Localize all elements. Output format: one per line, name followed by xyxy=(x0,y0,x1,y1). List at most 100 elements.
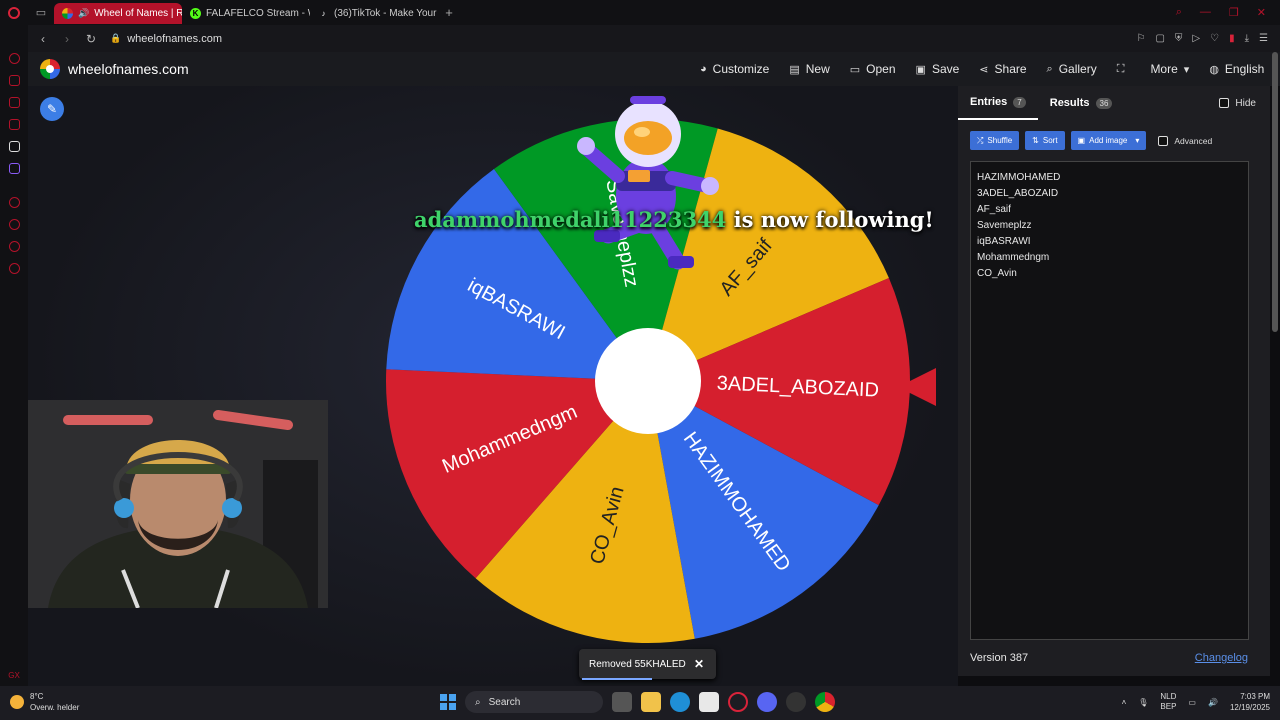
ai-icon[interactable] xyxy=(8,53,20,64)
address-bar: ‹ › ↻ 🔒 wheelofnames.com ⚐ ▢ ⛨ ▷ ♡ ▮ ⤓ ☰ xyxy=(28,25,1280,52)
clock[interactable]: 7:03 PM 12/19/2025 xyxy=(1230,691,1270,713)
share-icon: ⋖ xyxy=(979,63,989,76)
url-field[interactable]: 🔒 wheelofnames.com xyxy=(110,33,222,45)
tab-tiktok[interactable]: ♪ (36)TikTok - Make Your D xyxy=(310,3,439,24)
tab-menu-icon[interactable]: ▭ xyxy=(28,0,54,25)
play-icon[interactable]: ▷ xyxy=(1192,33,1200,44)
follow-alert: adammohmedali11223344 is now following! xyxy=(414,207,934,232)
minimize-icon[interactable]: — xyxy=(1200,6,1211,19)
heart-icon[interactable]: ♡ xyxy=(1210,33,1219,44)
opera-logo-icon[interactable] xyxy=(0,0,28,25)
forward-icon[interactable]: › xyxy=(58,32,76,46)
lang-bottom: BEP xyxy=(1160,702,1177,711)
gx-icon[interactable]: GX xyxy=(8,671,20,680)
close-icon[interactable]: ✕ xyxy=(1257,6,1266,19)
language-indicator[interactable]: NLD BEP xyxy=(1160,692,1176,712)
arrow-up-icon[interactable] xyxy=(8,141,20,152)
changelog-link[interactable]: Changelog xyxy=(1195,652,1248,664)
browser-tab-bar: ▭ 🔊 Wheel of Names | Ra K FALAFELCO Stre… xyxy=(0,0,1280,25)
adblock-icon[interactable]: ⛨ xyxy=(1175,33,1183,44)
menu-item-fullscreen[interactable]: ⛶ xyxy=(1107,52,1141,86)
player-icon[interactable] xyxy=(8,197,20,208)
entry-line: HAZIMMOHAMED xyxy=(977,172,1061,183)
discord-icon[interactable] xyxy=(757,692,777,712)
volume-icon[interactable]: 🔊 xyxy=(1208,698,1218,707)
save-icon: ▣ xyxy=(915,63,926,76)
twitch-icon[interactable] xyxy=(8,163,20,174)
network-icon[interactable]: ▭ xyxy=(1188,698,1196,707)
tab-falafelco-stream[interactable]: K FALAFELCO Stream - Wa xyxy=(182,3,310,24)
menu-item-new[interactable]: ▤ New xyxy=(779,52,839,86)
obs-icon[interactable] xyxy=(786,692,806,712)
chevron-down-icon: ▾ xyxy=(1135,136,1140,145)
sort-button[interactable]: ⇅ Sort xyxy=(1025,131,1065,150)
entry-line: iqBASRAWI xyxy=(977,236,1031,247)
lang-top: NLD xyxy=(1160,692,1177,701)
menu-item-open[interactable]: ▭ Open xyxy=(840,52,906,86)
page-scrollbar[interactable] xyxy=(1272,52,1278,332)
clock-date: 12/19/2025 xyxy=(1229,703,1270,712)
back-icon[interactable]: ‹ xyxy=(34,32,52,46)
shuffle-button[interactable]: ⤮ Shuffle xyxy=(970,131,1020,150)
tab-label: (36)TikTok - Make Your D xyxy=(334,8,438,19)
advanced-toggle[interactable]: Advanced xyxy=(1158,135,1212,146)
bag-icon[interactable] xyxy=(8,75,20,86)
menu-item-share[interactable]: ⋖ Share xyxy=(969,52,1036,86)
hide-toggle[interactable]: Hide xyxy=(1219,98,1256,109)
wheel-hub[interactable] xyxy=(595,328,701,434)
toast-close-icon[interactable]: ✕ xyxy=(694,657,704,671)
reload-icon[interactable]: ↻ xyxy=(82,32,100,46)
settings-icon[interactable] xyxy=(8,263,20,274)
opera-gx-icon[interactable] xyxy=(728,692,748,712)
follower-name: adammohmedali11223344 xyxy=(414,207,727,232)
snapshot-icon[interactable]: ▢ xyxy=(1155,33,1164,44)
brand[interactable]: wheelofnames.com xyxy=(40,59,189,79)
chevron-down-icon: ▾ xyxy=(1183,63,1190,76)
start-icon[interactable] xyxy=(440,694,456,710)
tab-results-label: Results xyxy=(1049,97,1090,109)
windows-taskbar: 8°C Overw. helder ⌕ Search ˄ 🎙 NLD BEP ▭… xyxy=(0,686,1280,720)
menu-item-save[interactable]: ▣ Save xyxy=(906,52,970,86)
menu-item-customize[interactable]: ◕ Customize xyxy=(690,52,779,86)
chrome-icon[interactable] xyxy=(815,692,835,712)
tab-label: Wheel of Names | Ra xyxy=(94,8,182,19)
menu-icon[interactable]: ☰ xyxy=(1259,33,1268,44)
menu-item-label: Share xyxy=(994,62,1027,76)
maximize-icon[interactable]: ❐ xyxy=(1229,6,1239,19)
task-view-icon[interactable] xyxy=(612,692,632,712)
hide-checkbox[interactable] xyxy=(1219,98,1230,108)
messenger-icon[interactable] xyxy=(8,97,20,108)
store-icon[interactable] xyxy=(699,692,719,712)
tray-chevron-up-icon[interactable]: ˄ xyxy=(1122,698,1127,707)
weather-icon xyxy=(10,695,24,709)
advanced-checkbox[interactable] xyxy=(1158,135,1169,146)
menu-item-label: English xyxy=(1224,62,1265,76)
new-tab-icon[interactable]: + xyxy=(438,2,460,24)
speaker-icon[interactable]: 🔊 xyxy=(78,8,89,19)
window-controls: ⌕ — ❐ ✕ xyxy=(1176,6,1280,19)
taskbar-apps: ⌕ Search xyxy=(440,691,835,713)
edit-pencil-button[interactable]: ✎ xyxy=(40,97,64,121)
entries-textarea[interactable]: HAZIMMOHAMED 3ADEL_ABOZAID AF_saif Savemepl… xyxy=(970,161,1249,640)
menu-item-gallery[interactable]: ⌕ Gallery xyxy=(1037,52,1107,86)
download-icon[interactable]: ⤓ xyxy=(1245,33,1249,44)
history-icon[interactable] xyxy=(8,219,20,230)
tab-wheel-of-names[interactable]: 🔊 Wheel of Names | Ra xyxy=(54,3,182,24)
menu-item-english[interactable]: ◍ English xyxy=(1199,52,1274,86)
tab-results[interactable]: Results 36 xyxy=(1038,86,1125,120)
tab-entries[interactable]: Entries 7 xyxy=(958,86,1038,120)
pin-icon[interactable] xyxy=(8,241,20,252)
taskbar-search[interactable]: ⌕ Search xyxy=(465,691,603,713)
mail-icon[interactable] xyxy=(8,119,20,130)
add-image-button[interactable]: ▣ Add image ▾ xyxy=(1070,131,1147,150)
edge-icon[interactable] xyxy=(670,692,690,712)
search-tabs-icon[interactable]: ⌕ xyxy=(1176,6,1182,19)
microphone-icon[interactable]: 🎙 xyxy=(1138,698,1148,707)
file-explorer-icon[interactable] xyxy=(641,692,661,712)
panel-tabs: Entries 7 Results 36 Hide xyxy=(958,86,1270,120)
menu-item-more[interactable]: More ▾ xyxy=(1140,52,1199,86)
bookmark-icon[interactable]: ⚐ xyxy=(1137,33,1146,44)
wallet-icon[interactable]: ▮ xyxy=(1229,33,1235,44)
weather-widget[interactable]: 8°C Overw. helder xyxy=(10,691,79,713)
sort-label: Sort xyxy=(1042,136,1058,145)
